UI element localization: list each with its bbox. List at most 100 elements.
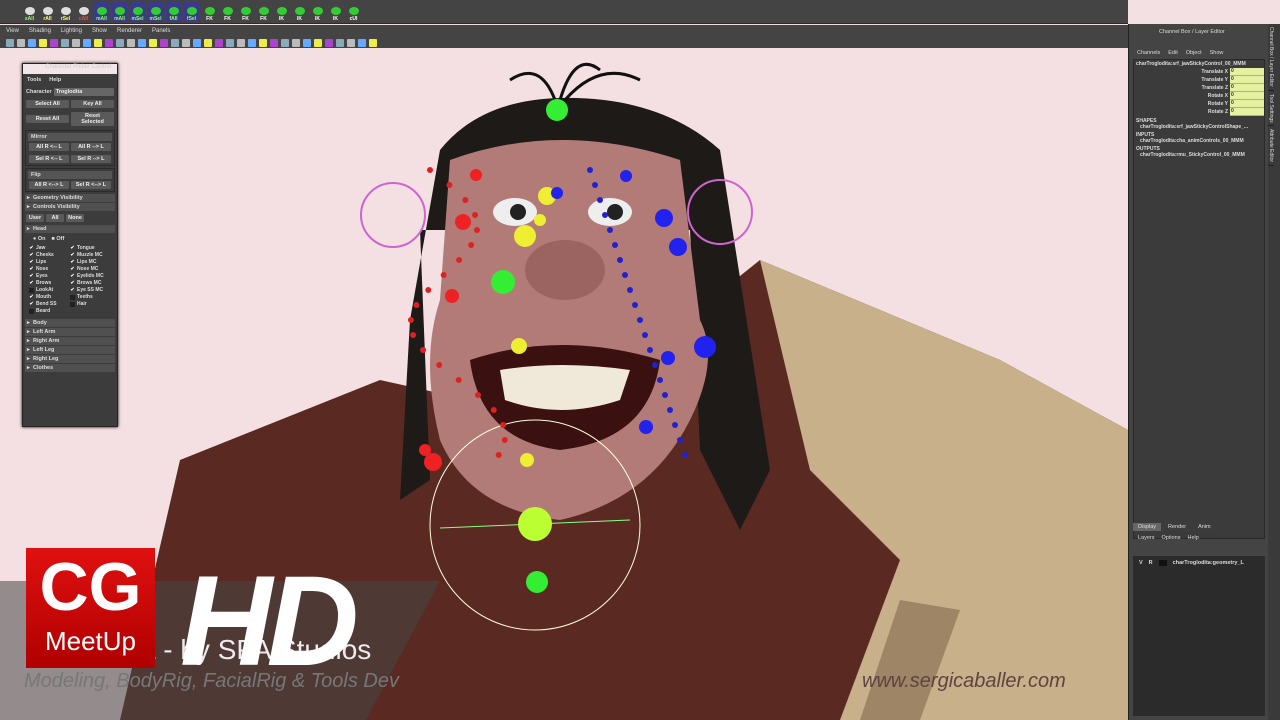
control-dot-small[interactable] (501, 437, 508, 443)
channel-row[interactable]: Translate X0 (1134, 68, 1264, 76)
menu-shading[interactable]: Shading (29, 28, 51, 34)
control-dot-small[interactable] (592, 182, 598, 188)
shelf-button[interactable]: cUI (346, 1, 361, 22)
checkbox-nose-mc[interactable]: ✔ Nose MC (70, 266, 111, 272)
geometry-visibility-section[interactable]: Geometry Visibility (25, 194, 115, 202)
menu-help[interactable]: Help (49, 77, 61, 83)
control-dot-small[interactable] (587, 167, 593, 173)
menu-tools[interactable]: Tools (27, 77, 41, 83)
toolbar-icon[interactable] (314, 38, 322, 47)
mirror-all-r-from-l[interactable]: All R <-- L (29, 143, 69, 151)
shelf-button[interactable]: FK (256, 1, 271, 22)
menu-layers[interactable]: Layers (1138, 535, 1155, 541)
object-name[interactable]: charTroglodita:srf_jawStickyControl_00_M… (1134, 60, 1264, 68)
viewport[interactable]: Troglodita - by SPA Studios Modeling, Bo… (0, 48, 1128, 720)
toolbar-icon[interactable] (226, 38, 234, 47)
control-dot[interactable] (639, 420, 653, 434)
control-dot-small[interactable] (456, 257, 463, 263)
mirror-sel-r-from-l[interactable]: Sel R <-- L (29, 155, 69, 163)
toolbar-icon[interactable] (94, 38, 102, 47)
section-right-arm[interactable]: Right Arm (25, 337, 115, 345)
menu-channels[interactable]: Channels (1137, 50, 1160, 56)
shelf-button[interactable]: FK (238, 1, 253, 22)
toolbar-icon[interactable] (39, 38, 47, 47)
checkbox-hair[interactable]: Hair (70, 301, 111, 307)
checkbox-tongue[interactable]: ✔ Tongue (70, 245, 111, 251)
shelf-button[interactable]: FK (220, 1, 235, 22)
control-dot-small[interactable] (440, 272, 447, 278)
toolbar-icon[interactable] (17, 38, 25, 47)
shelf-button[interactable]: rSel (58, 1, 73, 22)
toolbar-icon[interactable] (83, 38, 91, 47)
shelf-button[interactable]: FK (202, 1, 217, 22)
shelf-button[interactable]: rAll (40, 1, 55, 22)
character-dropdown[interactable]: Troglodita (53, 88, 114, 96)
checkbox-lips-mc[interactable]: ✔ Lips MC (70, 259, 111, 265)
control-dot-small[interactable] (475, 392, 482, 398)
menu-options[interactable]: Options (1162, 535, 1181, 541)
control-dot-small[interactable] (427, 167, 433, 173)
toolbar-icon[interactable] (215, 38, 223, 47)
control-dot-small[interactable] (413, 302, 420, 308)
toolbar-icon[interactable] (336, 38, 344, 47)
control-dot-small[interactable] (602, 212, 608, 218)
toolbar-icon[interactable] (347, 38, 355, 47)
checkbox-brows[interactable]: ✔ Brows (29, 280, 70, 286)
toolbar-icon[interactable] (193, 38, 201, 47)
section-clothes[interactable]: Clothes (25, 364, 115, 372)
channel-row[interactable]: Translate Y0 (1134, 76, 1264, 84)
control-dot-small[interactable] (468, 242, 475, 248)
tab-anim[interactable]: Anim (1193, 523, 1216, 531)
shelf-button[interactable]: IK (274, 1, 289, 22)
menu-renderer[interactable]: Renderer (117, 28, 142, 34)
toolbar-icon[interactable] (237, 38, 245, 47)
toolbar-icon[interactable] (325, 38, 333, 47)
control-dot-small[interactable] (627, 287, 633, 293)
toolbar-icon[interactable] (149, 38, 157, 47)
key-all-button[interactable]: Key All (71, 100, 114, 108)
toolbar-icon[interactable] (50, 38, 58, 47)
menu-lighting[interactable]: Lighting (61, 28, 82, 34)
control-dot[interactable] (445, 289, 459, 303)
mirror-all-l-to-r[interactable]: All R --> L (71, 143, 111, 151)
toolbar-icon[interactable] (292, 38, 300, 47)
toolbar-icon[interactable] (171, 38, 179, 47)
checkbox-jaw[interactable]: ✔ Jaw (29, 245, 70, 251)
control-dot[interactable] (419, 444, 431, 456)
toolbar-icon[interactable] (116, 38, 124, 47)
menu-object[interactable]: Object (1186, 50, 1202, 56)
toolbar-icon[interactable] (270, 38, 278, 47)
control-dot-small[interactable] (677, 437, 683, 443)
control-dot[interactable] (511, 338, 527, 354)
control-dot-small[interactable] (473, 227, 480, 233)
checkbox-lips[interactable]: ✔ Lips (29, 259, 70, 265)
shelf-button[interactable]: mAll (94, 1, 109, 22)
control-dot-small[interactable] (652, 362, 658, 368)
control-dot-small[interactable] (495, 452, 502, 458)
tab-display[interactable]: Display (1133, 523, 1162, 531)
control-dot-small[interactable] (667, 407, 673, 413)
control-dot-small[interactable] (607, 227, 613, 233)
checkbox-eye-ss-mc[interactable]: ✔ Eye SS MC (70, 287, 111, 293)
section-left-leg[interactable]: Left Leg (25, 346, 115, 354)
filter-all[interactable]: All (46, 214, 64, 222)
toolbar-icon[interactable] (105, 38, 113, 47)
control-dot-small[interactable] (500, 422, 507, 428)
checkbox-beard[interactable]: Beard (29, 308, 70, 314)
control-dot[interactable] (669, 238, 687, 256)
control-dot[interactable] (455, 214, 471, 230)
reset-all-button[interactable]: Reset All (26, 115, 69, 123)
control-dot-small[interactable] (637, 317, 643, 323)
filter-user[interactable]: User (26, 214, 44, 222)
toolbar-icon[interactable] (61, 38, 69, 47)
radio-off[interactable]: ■ Off (52, 236, 65, 242)
control-dot-small[interactable] (622, 272, 628, 278)
control-dot[interactable] (661, 351, 675, 365)
control-dot[interactable] (694, 336, 716, 358)
channel-row[interactable]: Rotate X0 (1134, 92, 1264, 100)
control-dot[interactable] (514, 225, 536, 247)
control-dot-small[interactable] (597, 197, 603, 203)
menu-show[interactable]: Show (1210, 50, 1224, 56)
control-dot-small[interactable] (472, 212, 479, 218)
menu-view[interactable]: View (6, 28, 19, 34)
